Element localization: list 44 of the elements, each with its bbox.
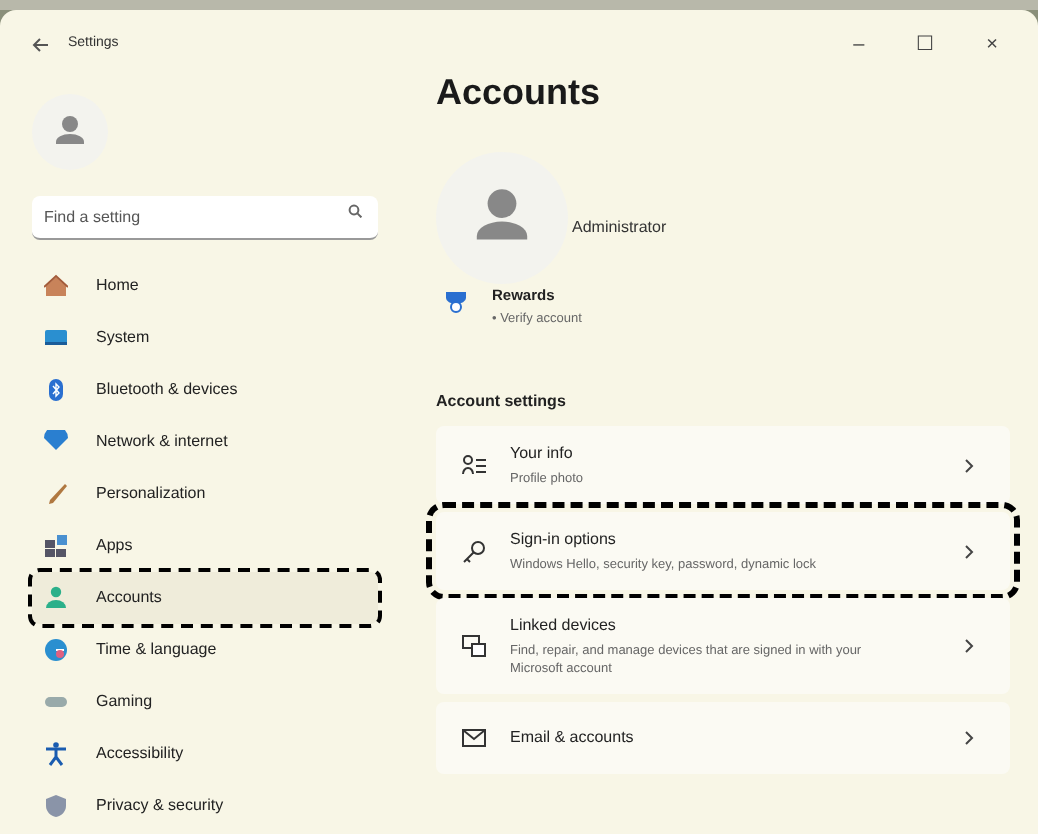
accounts-icon (44, 586, 68, 610)
nav-item[interactable]: Bluetooth & devices (32, 364, 378, 416)
minimize-button[interactable]: – (853, 29, 865, 59)
nav-item[interactable]: System (32, 312, 378, 364)
page-title: Accounts (436, 70, 603, 116)
mail-icon (462, 726, 486, 750)
nav-item[interactable]: Home (32, 260, 378, 312)
home-icon (44, 274, 68, 298)
person-list-icon (462, 453, 486, 477)
search-field[interactable]: Find a setting (32, 196, 378, 240)
nav-item[interactable]: Gaming (32, 676, 378, 728)
shield-icon (44, 794, 68, 818)
avatar-icon (32, 94, 108, 170)
maximize-button[interactable]: ☐ (916, 29, 935, 59)
apps-icon (44, 534, 68, 558)
nav-item[interactable]: Accounts (32, 572, 378, 624)
card-title: Sign-in options (510, 528, 618, 552)
section-heading: Account settings (436, 390, 568, 414)
settings-card[interactable]: Email & accounts (436, 702, 1010, 774)
key-icon (462, 539, 486, 563)
search-icon (348, 204, 362, 218)
nav-item[interactable]: Time & language (32, 624, 378, 676)
card-title: Email & accounts (510, 726, 636, 750)
bluetooth-icon (44, 378, 68, 402)
chevron-right-icon (964, 543, 974, 559)
chevron-right-icon (964, 457, 974, 473)
nav-item[interactable]: Privacy & security (32, 780, 378, 832)
brush-icon (44, 482, 68, 506)
trophy-icon (444, 290, 468, 314)
network-icon (44, 430, 68, 454)
nav-item[interactable]: Apps (32, 520, 378, 572)
card-title: Linked devices (510, 614, 618, 638)
close-button[interactable]: × (986, 29, 998, 59)
nav-item[interactable]: Accessibility (32, 728, 378, 780)
chevron-right-icon (964, 730, 974, 746)
card-title: Your info (510, 442, 575, 466)
devices-icon (462, 634, 486, 658)
accessibility-icon (44, 742, 68, 766)
system-icon (44, 326, 68, 350)
back-arrow-icon[interactable] (32, 37, 48, 51)
nav-item[interactable]: Personalization (32, 468, 378, 520)
user-name: Administrator (572, 216, 667, 240)
nav-item[interactable]: Network & internet (32, 416, 378, 468)
chevron-right-icon (964, 638, 974, 654)
